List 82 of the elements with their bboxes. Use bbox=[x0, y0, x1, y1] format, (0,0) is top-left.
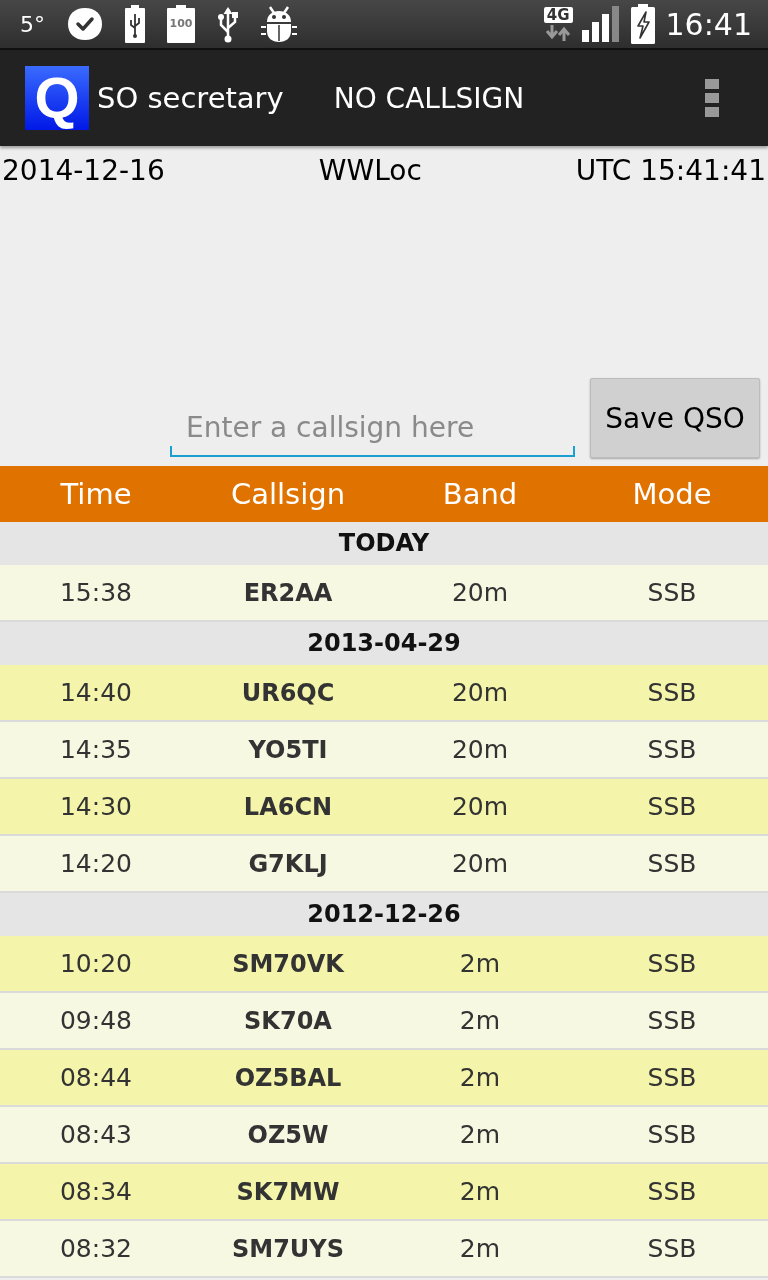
qso-row[interactable]: 08:44 OZ5BAL 2m SSB bbox=[0, 1050, 768, 1107]
qso-row[interactable]: 14:35 YO5TI 20m SSB bbox=[0, 722, 768, 779]
column-header: Band bbox=[442, 477, 518, 511]
table-cell: SSB bbox=[647, 735, 697, 764]
app-logo: Q bbox=[25, 66, 89, 130]
table-cell: 14:35 bbox=[59, 735, 132, 764]
table-cell: LA6CN bbox=[243, 792, 333, 821]
data-arrows-icon bbox=[544, 25, 573, 41]
table-cell: 2m bbox=[459, 949, 501, 978]
table-cell: 15:38 bbox=[59, 578, 132, 607]
locator-text: WWLoc bbox=[318, 154, 422, 187]
table-cell: YO5TI bbox=[248, 735, 328, 764]
table-cell: 08:43 bbox=[59, 1120, 132, 1149]
table-cell: 2m bbox=[459, 1063, 501, 1092]
table-cell: 08:34 bbox=[59, 1177, 132, 1206]
utc-time-text: UTC 15:41:41 bbox=[575, 154, 766, 187]
save-qso-button[interactable]: Save QSO bbox=[590, 378, 760, 458]
table-cell: 20m bbox=[451, 849, 509, 878]
table-cell: G7KLJ bbox=[248, 849, 328, 878]
signal-bars-icon bbox=[581, 6, 622, 42]
table-cell: 14:20 bbox=[59, 849, 132, 878]
table-cell: SSB bbox=[647, 849, 697, 878]
table-cell: 20m bbox=[451, 578, 509, 607]
table-cell: 14:30 bbox=[59, 792, 132, 821]
table-cell: 2m bbox=[459, 1234, 501, 1263]
table-cell: 20m bbox=[451, 678, 509, 707]
usb-icon bbox=[217, 5, 239, 43]
table-cell: 09:48 bbox=[59, 1006, 132, 1035]
check-circle-icon bbox=[67, 7, 103, 41]
network-type-badge: 4G bbox=[543, 7, 573, 23]
table-cell: OZ5BAL bbox=[234, 1063, 342, 1092]
qso-row[interactable]: 09:48 SK70A 2m SSB bbox=[0, 993, 768, 1050]
usb-battery-icon bbox=[125, 5, 145, 43]
table-cell: SSB bbox=[647, 1006, 697, 1035]
table-cell: SSB bbox=[647, 1177, 697, 1206]
table-cell: SSB bbox=[647, 678, 697, 707]
column-header: Mode bbox=[632, 477, 712, 511]
battery-percent-text: 100 bbox=[168, 17, 194, 31]
table-cell: ER2AA bbox=[243, 578, 333, 607]
table-cell: SK7MW bbox=[236, 1177, 340, 1206]
qso-row[interactable]: 14:40 UR6QC 20m SSB bbox=[0, 665, 768, 722]
table-cell: SSB bbox=[647, 1234, 697, 1263]
date-group-header: 2012-12-26 bbox=[0, 893, 768, 936]
qso-row[interactable]: 14:20 G7KLJ 20m SSB bbox=[0, 836, 768, 893]
table-cell: 2m bbox=[459, 1120, 501, 1149]
date-text: 2014-12-16 bbox=[2, 154, 165, 187]
table-cell: UR6QC bbox=[241, 678, 335, 707]
table-cell: SSB bbox=[647, 578, 697, 607]
temperature-text: 5° bbox=[20, 11, 45, 37]
bug-icon bbox=[261, 5, 297, 43]
date-group-header: 2013-04-29 bbox=[0, 622, 768, 665]
qso-row[interactable]: 08:32 SM7UYS 2m SSB bbox=[0, 1221, 768, 1278]
table-cell: SM7UYS bbox=[232, 1234, 344, 1263]
charging-battery-icon bbox=[630, 4, 655, 44]
table-cell: 14:40 bbox=[59, 678, 132, 707]
battery-icon bbox=[167, 5, 195, 43]
column-header: Callsign bbox=[230, 477, 346, 511]
qso-row[interactable]: 08:34 SK7MW 2m SSB bbox=[0, 1164, 768, 1221]
table-cell: 2m bbox=[459, 1006, 501, 1035]
clock-text: 16:41 bbox=[665, 6, 752, 42]
table-cell: SSB bbox=[647, 1063, 697, 1092]
callsign-title: NO CALLSIGN bbox=[333, 81, 525, 115]
date-group-header: TODAY bbox=[0, 522, 768, 565]
qso-row[interactable]: 08:43 OZ5W 2m SSB bbox=[0, 1107, 768, 1164]
table-cell: SSB bbox=[647, 949, 697, 978]
column-header: Time bbox=[60, 477, 132, 511]
table-cell: SSB bbox=[647, 792, 697, 821]
qso-row[interactable]: 15:38 ER2AA 20m SSB bbox=[0, 565, 768, 622]
qso-row[interactable]: 14:30 LA6CN 20m SSB bbox=[0, 779, 768, 836]
overflow-menu-icon[interactable] bbox=[705, 79, 719, 117]
table-cell: 08:44 bbox=[59, 1063, 132, 1092]
table-cell: 08:32 bbox=[59, 1234, 132, 1263]
qso-row[interactable]: 10:20 SM70VK 2m SSB bbox=[0, 936, 768, 993]
table-cell: 2m bbox=[459, 1177, 501, 1206]
app-title: SO secretary bbox=[97, 81, 284, 115]
table-cell: OZ5W bbox=[247, 1120, 329, 1149]
table-cell: SM70VK bbox=[232, 949, 344, 978]
table-cell: SK70A bbox=[244, 1006, 332, 1035]
table-cell: 20m bbox=[451, 792, 509, 821]
table-cell: SSB bbox=[647, 1120, 697, 1149]
table-cell: 20m bbox=[451, 735, 509, 764]
table-cell: 10:20 bbox=[59, 949, 132, 978]
